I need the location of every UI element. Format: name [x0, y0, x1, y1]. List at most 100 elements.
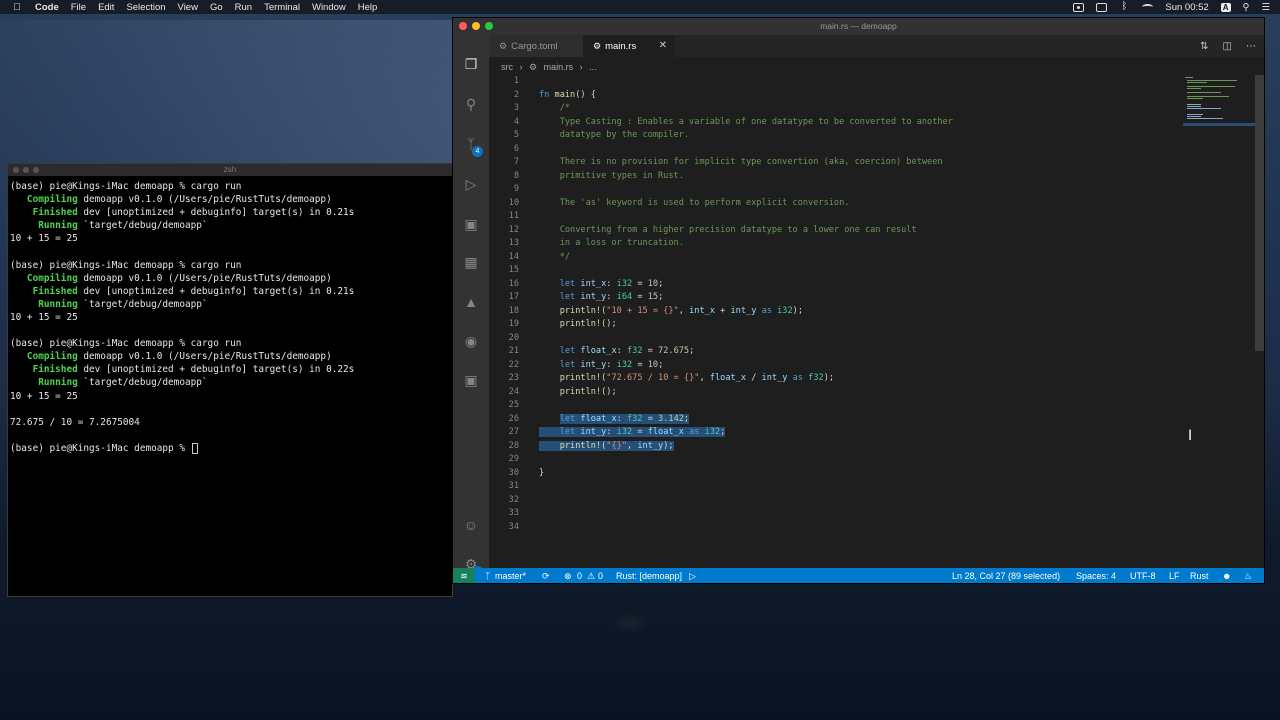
- status-run-target[interactable]: Rust: [demoapp]: [616, 568, 682, 583]
- terminal-titlebar[interactable]: zsh: [8, 164, 452, 176]
- menu-view[interactable]: View: [178, 2, 198, 13]
- code-line[interactable]: 10 The 'as' keyword is used to perform e…: [489, 197, 1209, 211]
- terminal-window[interactable]: zsh (base) pie@Kings-iMac demoapp % carg…: [7, 163, 453, 597]
- code-line[interactable]: 30}: [489, 467, 1209, 481]
- code-line[interactable]: 11: [489, 210, 1209, 224]
- code-line[interactable]: 24 println!();: [489, 386, 1209, 400]
- control-center-icon[interactable]: ☰: [1261, 2, 1270, 13]
- editor-vertical-scrollbar[interactable]: [1255, 75, 1264, 351]
- code-line[interactable]: 4 Type Casting : Enables a variable of o…: [489, 116, 1209, 130]
- status-error-count[interactable]: 0: [577, 568, 582, 583]
- code-editor[interactable]: 1 2 fn main() {3 /* 4 Type Casting : Enable…: [489, 75, 1209, 568]
- more-actions-icon[interactable]: ⋯: [1246, 41, 1256, 52]
- extensions-icon[interactable]: ▦: [462, 253, 480, 271]
- status-cursor-position[interactable]: Ln 28, Col 27 (89 selected): [952, 568, 1060, 583]
- code-line[interactable]: 9: [489, 183, 1209, 197]
- code-line[interactable]: 12 Converting from a higher precision da…: [489, 224, 1209, 238]
- code-line[interactable]: 22 let int_y: i32 = 10;: [489, 359, 1209, 373]
- gitlens-icon[interactable]: ◉: [462, 332, 480, 350]
- split-editor-icon[interactable]: ◫: [1223, 41, 1232, 52]
- code-line[interactable]: 27 let int_y: i32 = float_x as i32;: [489, 426, 1209, 440]
- menu-terminal[interactable]: Terminal: [264, 2, 300, 13]
- wifi-icon[interactable]: [1142, 4, 1154, 10]
- menu-app-name[interactable]: Code: [35, 2, 59, 13]
- code-line[interactable]: 14 */: [489, 251, 1209, 265]
- code-line[interactable]: 8 primitive types in Rust.: [489, 170, 1209, 184]
- feedback-icon[interactable]: ☻: [1222, 568, 1231, 583]
- code-line[interactable]: 29: [489, 453, 1209, 467]
- breadcrumb-file[interactable]: main.rs: [544, 62, 574, 72]
- remote-explorer-icon[interactable]: ▣: [462, 215, 480, 233]
- code-line[interactable]: 3 /*: [489, 102, 1209, 116]
- search-icon[interactable]: ⚲: [462, 95, 480, 113]
- remote-indicator-icon[interactable]: ≋: [453, 568, 475, 583]
- code-line[interactable]: 31: [489, 480, 1209, 494]
- status-eol[interactable]: LF: [1169, 568, 1180, 583]
- apple-icon[interactable]: : [11, 2, 23, 13]
- bluetooth-icon[interactable]: [1119, 1, 1130, 12]
- play-icon[interactable]: ▷: [689, 568, 696, 583]
- code-line[interactable]: 6: [489, 143, 1209, 157]
- code-line[interactable]: 13 in a loss or truncation.: [489, 237, 1209, 251]
- terminal-minimize-button[interactable]: [23, 167, 29, 173]
- breadcrumb-src[interactable]: src: [501, 62, 513, 72]
- minimap[interactable]: [1183, 75, 1255, 135]
- warning-icon[interactable]: ⚠: [587, 568, 595, 583]
- breadcrumb-symbol[interactable]: ...: [589, 62, 597, 72]
- spotlight-search-icon[interactable]: ⚲: [1243, 2, 1250, 13]
- menu-help[interactable]: Help: [358, 2, 378, 13]
- notifications-bell-icon[interactable]: ♨: [1244, 568, 1252, 583]
- terminal-close-button[interactable]: [13, 167, 19, 173]
- code-line[interactable]: 1: [489, 75, 1209, 89]
- code-line[interactable]: 25: [489, 399, 1209, 413]
- tab-cargo-toml[interactable]: ⚙ Cargo.toml: [489, 35, 583, 57]
- menu-go[interactable]: Go: [210, 2, 223, 13]
- status-language-mode[interactable]: Rust: [1190, 568, 1209, 583]
- close-tab-icon[interactable]: ✕: [659, 35, 667, 57]
- screen-record-icon[interactable]: [1073, 2, 1085, 12]
- code-line[interactable]: 23 println!("72.675 / 10 = {}", float_x …: [489, 372, 1209, 386]
- code-line[interactable]: 7 There is no provision for implicit typ…: [489, 156, 1209, 170]
- code-line[interactable]: 18 println!("10 + 15 = {}", int_x + int_…: [489, 305, 1209, 319]
- status-encoding[interactable]: UTF-8: [1130, 568, 1156, 583]
- menu-file[interactable]: File: [71, 2, 86, 13]
- vscode-window[interactable]: main.rs — demoapp ❐ ⚲ ᛉ 4 ▷ ▣ ▦ ▲ ◉ ▣ ☺ …: [452, 17, 1265, 584]
- sync-icon[interactable]: ⟳: [542, 568, 550, 583]
- status-indentation[interactable]: Spaces: 4: [1076, 568, 1116, 583]
- status-warning-count[interactable]: 0: [598, 568, 603, 583]
- code-line[interactable]: 17 let int_y: i64 = 15;: [489, 291, 1209, 305]
- menu-selection[interactable]: Selection: [126, 2, 165, 13]
- explorer-icon[interactable]: ❐: [462, 55, 480, 73]
- code-line[interactable]: 15: [489, 264, 1209, 278]
- code-line[interactable]: 16 let int_x: i32 = 10;: [489, 278, 1209, 292]
- code-line[interactable]: 33: [489, 507, 1209, 521]
- accounts-icon[interactable]: ☺: [462, 516, 480, 534]
- testing-icon[interactable]: ▲: [462, 293, 480, 311]
- input-source-indicator[interactable]: A: [1220, 2, 1231, 12]
- vscode-zoom-button[interactable]: [485, 22, 493, 30]
- code-line[interactable]: 19 println!();: [489, 318, 1209, 332]
- code-line[interactable]: 5 datatype by the compiler.: [489, 129, 1209, 143]
- open-changes-icon[interactable]: ⇅: [1200, 41, 1208, 52]
- code-line[interactable]: 26 let float_x: f32 = 3.142;: [489, 413, 1209, 427]
- menu-run[interactable]: Run: [235, 2, 252, 13]
- code-line[interactable]: 28 println!("{}", int_y);: [489, 440, 1209, 454]
- code-line[interactable]: 20: [489, 332, 1209, 346]
- code-line[interactable]: 32: [489, 494, 1209, 508]
- terminal-output[interactable]: (base) pie@Kings-iMac demoapp % cargo ru…: [8, 176, 452, 459]
- code-line[interactable]: 2 fn main() {: [489, 89, 1209, 103]
- docker-status-icon[interactable]: [1096, 2, 1108, 12]
- run-debug-icon[interactable]: ▷: [462, 175, 480, 193]
- status-branch[interactable]: master*: [495, 568, 526, 583]
- vscode-titlebar[interactable]: main.rs — demoapp: [453, 18, 1264, 35]
- vscode-minimize-button[interactable]: [472, 22, 480, 30]
- error-icon[interactable]: ⊗: [564, 568, 572, 583]
- menu-edit[interactable]: Edit: [98, 2, 114, 13]
- terminal-zoom-button[interactable]: [33, 167, 39, 173]
- docker-icon[interactable]: ▣: [462, 371, 480, 389]
- menubar-clock[interactable]: Sun 00:52: [1165, 2, 1208, 13]
- menu-window[interactable]: Window: [312, 2, 346, 13]
- vscode-close-button[interactable]: [459, 22, 467, 30]
- code-line[interactable]: 34: [489, 521, 1209, 535]
- code-line[interactable]: 21 let float_x: f32 = 72.675;: [489, 345, 1209, 359]
